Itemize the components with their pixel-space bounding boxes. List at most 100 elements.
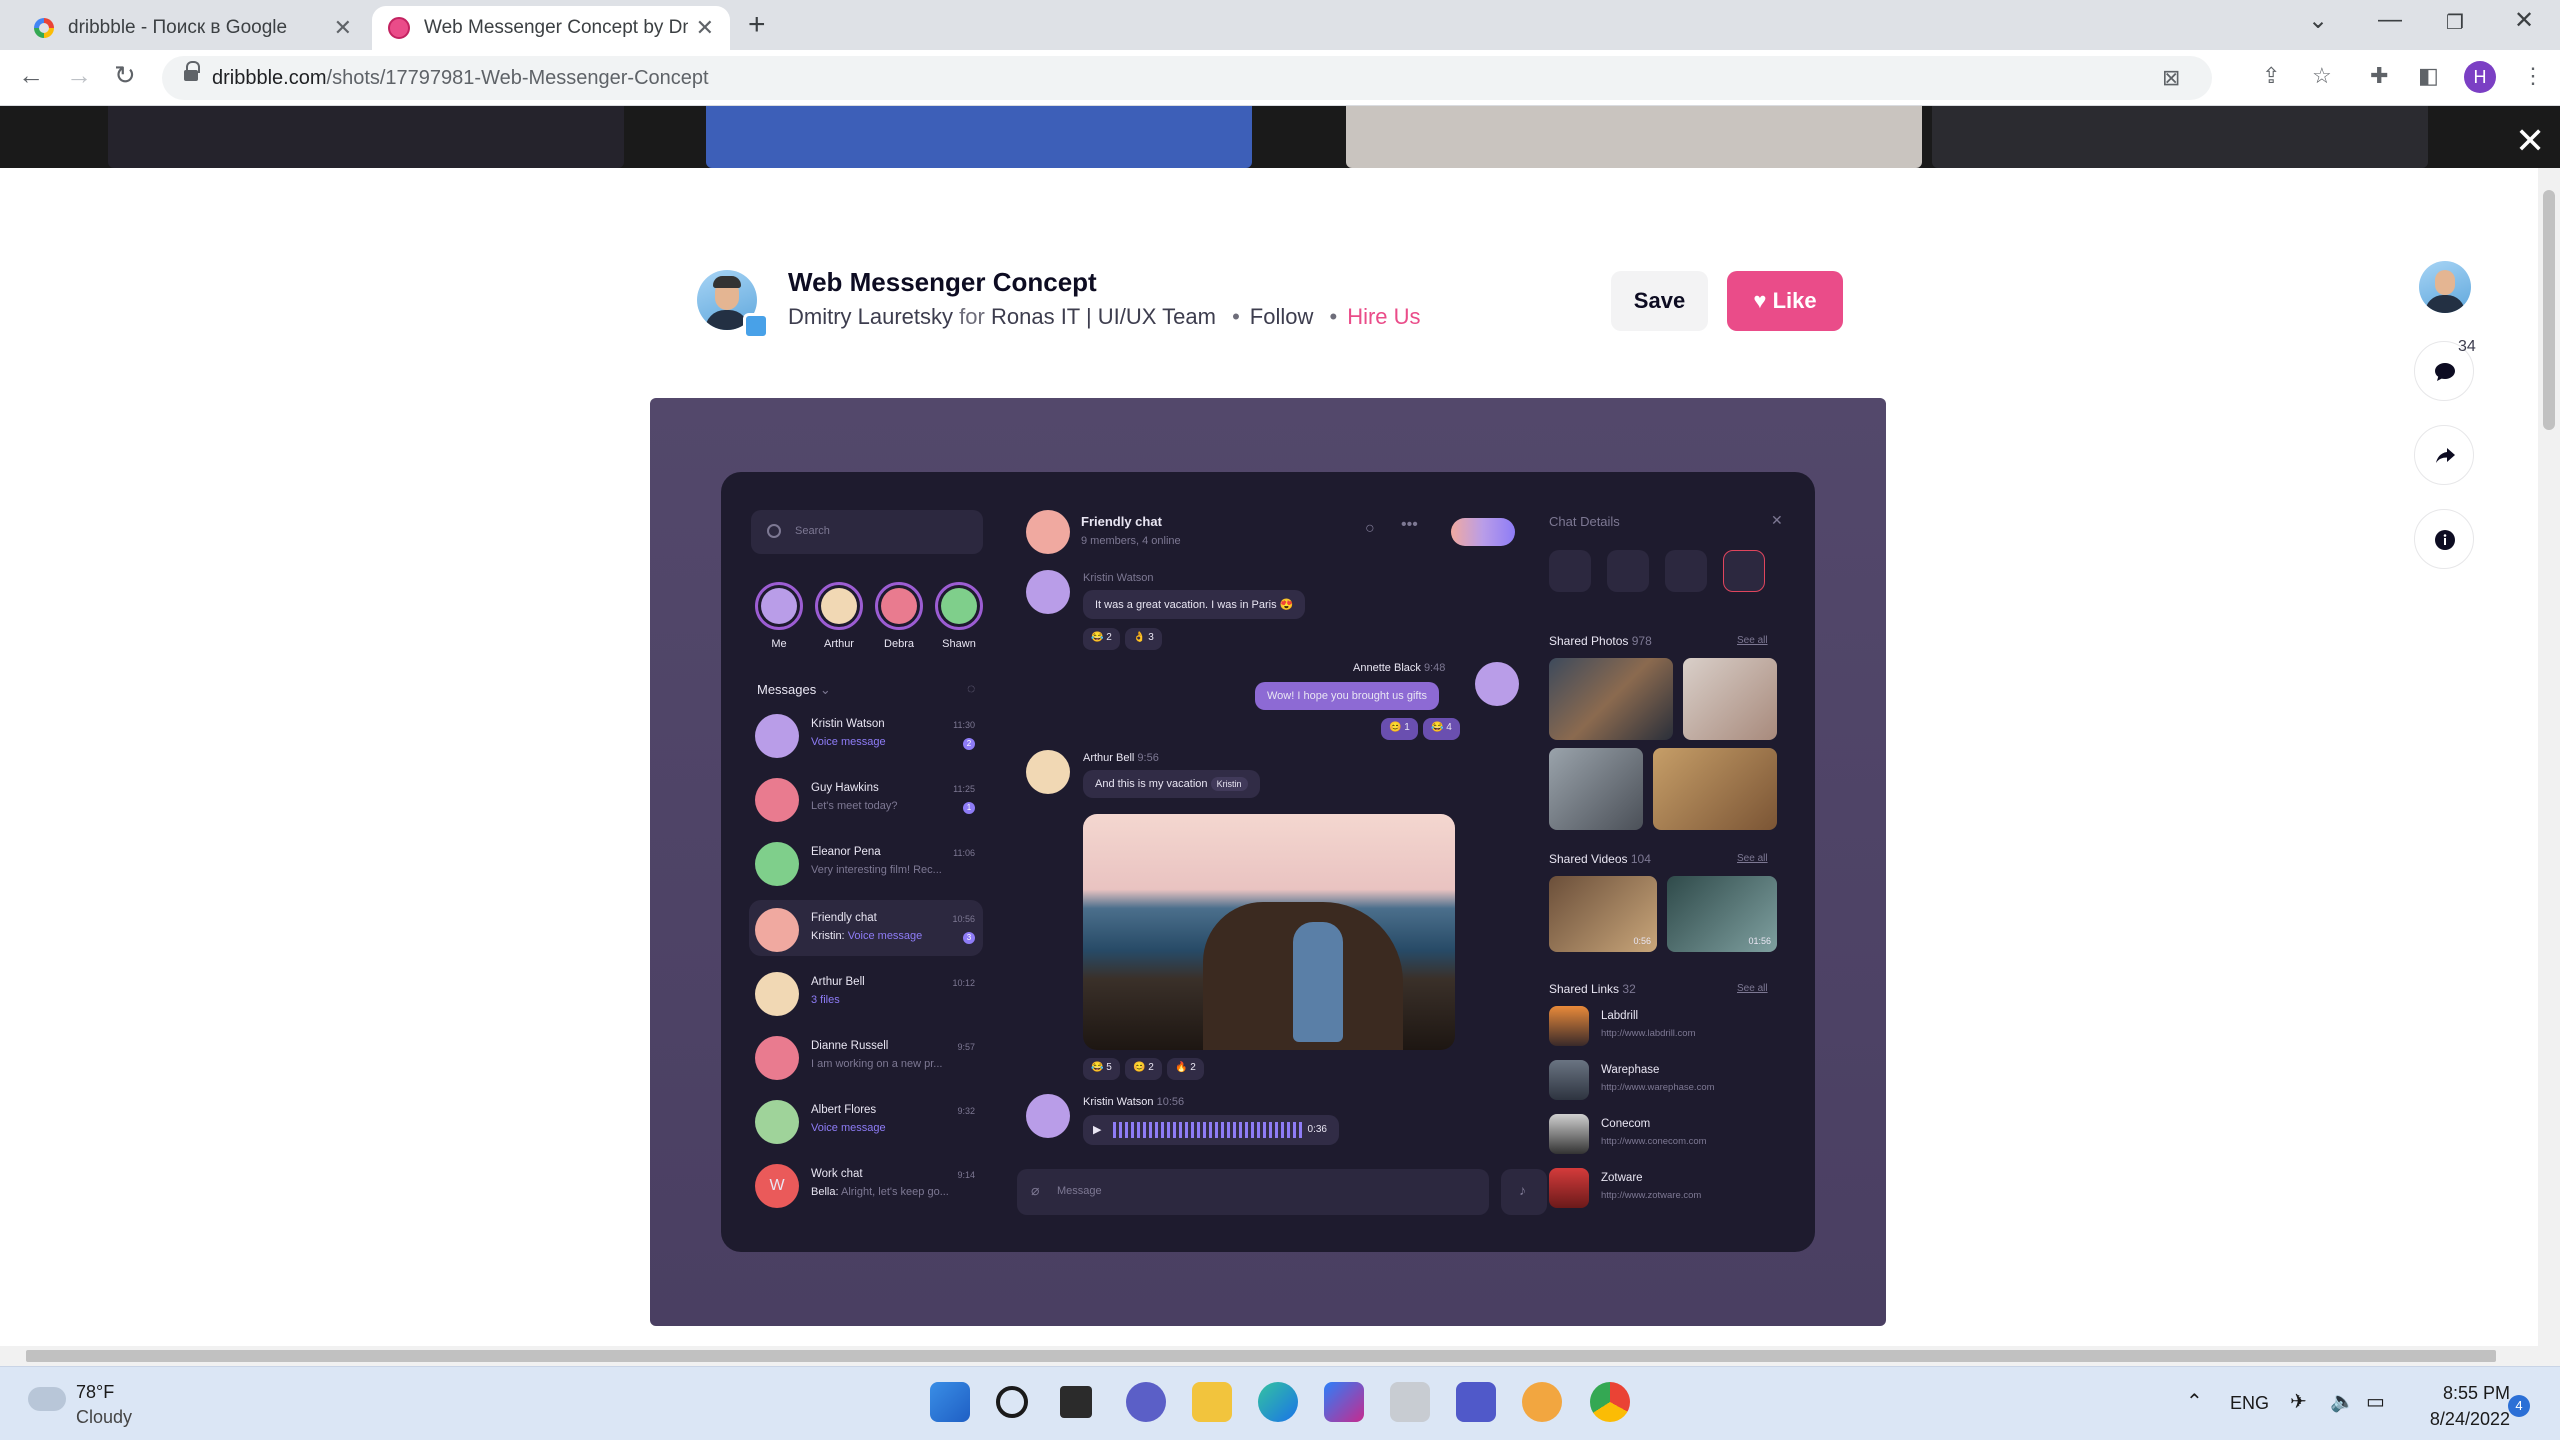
search-icon[interactable] bbox=[996, 1386, 1028, 1418]
link-url: http://www.zotware.com bbox=[1601, 1190, 1702, 1201]
new-tab-button[interactable]: + bbox=[748, 8, 766, 42]
link-name: Warephase bbox=[1601, 1064, 1660, 1076]
close-tab-icon[interactable]: ✕ bbox=[696, 15, 714, 41]
edge-icon[interactable] bbox=[1258, 1382, 1298, 1422]
backdrop-shot-thumbnail[interactable] bbox=[1346, 106, 1922, 168]
team-badge-icon bbox=[743, 313, 769, 339]
tab-google-search[interactable]: dribbble - Поиск в Google ✕ bbox=[18, 6, 368, 50]
side-author-avatar[interactable] bbox=[2419, 261, 2471, 313]
tab-search-icon[interactable]: ⌄ bbox=[2308, 6, 2328, 35]
byline: Dmitry Lauretsky for Ronas IT | UI/UX Te… bbox=[788, 304, 1421, 330]
info-circle-icon bbox=[1665, 550, 1707, 592]
chat-list-item-selected: Friendly chat Kristin: Voice message 10:… bbox=[749, 900, 983, 956]
minimize-icon[interactable]: — bbox=[2378, 6, 2402, 34]
link-url: http://www.warephase.com bbox=[1601, 1082, 1715, 1093]
cloud-icon[interactable] bbox=[28, 1387, 66, 1411]
author-link[interactable]: Dmitry Lauretsky bbox=[788, 304, 953, 329]
forward-icon[interactable]: → bbox=[66, 60, 92, 91]
backdrop-shot-thumbnail[interactable] bbox=[1932, 106, 2428, 168]
reaction-chip: 😂 5 bbox=[1083, 1058, 1120, 1080]
extensions-icon[interactable]: ✚ bbox=[2370, 63, 2388, 89]
google-favicon-icon bbox=[34, 18, 54, 38]
chat-list-item: Guy Hawkins Let's meet today? 11:25 1 bbox=[749, 770, 983, 826]
scroll-thumb[interactable] bbox=[2543, 190, 2555, 430]
weather-description[interactable]: Cloudy bbox=[76, 1407, 132, 1428]
save-button[interactable]: Save bbox=[1611, 271, 1708, 331]
shared-photo bbox=[1653, 748, 1777, 830]
shared-videos-label: Shared Videos 104 bbox=[1549, 852, 1651, 866]
chrome-icon[interactable] bbox=[1590, 1382, 1630, 1422]
app-icon[interactable] bbox=[1390, 1382, 1430, 1422]
reaction-chip: 😂 2 bbox=[1083, 628, 1120, 650]
share-button[interactable] bbox=[2414, 425, 2474, 485]
backdrop-shot-thumbnail[interactable] bbox=[108, 106, 624, 168]
language-indicator[interactable]: ENG bbox=[2230, 1393, 2269, 1414]
mock-mic-button: ♪ bbox=[1501, 1169, 1547, 1215]
translate-icon[interactable]: ⊠ bbox=[2162, 65, 2180, 91]
close-window-icon[interactable]: ✕ bbox=[2514, 6, 2534, 35]
task-view-icon[interactable] bbox=[1060, 1386, 1092, 1418]
horizontal-scrollbar[interactable] bbox=[0, 1346, 2560, 1366]
tab-dribbble-shot[interactable]: Web Messenger Concept by Dmi ✕ bbox=[372, 6, 730, 50]
message-avatar bbox=[1026, 1094, 1070, 1138]
link-thumbnail bbox=[1549, 1168, 1589, 1208]
message-bubble-own: Wow! I hope you brought us gifts bbox=[1255, 682, 1439, 710]
side-panel-icon[interactable]: ◧ bbox=[2418, 63, 2439, 89]
like-button[interactable]: ♥ Like bbox=[1727, 271, 1843, 331]
mock-more-icon: ••• bbox=[1401, 516, 1418, 533]
team-link[interactable]: Ronas IT | UI/UX Team bbox=[991, 304, 1216, 329]
message-author: Annette Black 9:48 bbox=[1353, 662, 1446, 674]
menu-kebab-icon[interactable]: ⋮ bbox=[2522, 63, 2544, 89]
messenger-mockup: Search Me Arthur Debra Shawn Messages ⌄ … bbox=[721, 472, 1815, 1252]
store-icon[interactable] bbox=[1324, 1382, 1364, 1422]
bookmark-star-icon[interactable]: ☆ bbox=[2312, 63, 2332, 89]
see-all-link: See all bbox=[1737, 635, 1768, 646]
network-icon[interactable]: ✈ bbox=[2290, 1389, 2307, 1414]
shot-image[interactable]: Search Me Arthur Debra Shawn Messages ⌄ … bbox=[650, 398, 1886, 1326]
share-arrow-icon bbox=[2436, 448, 2455, 463]
battery-icon[interactable]: ▭ bbox=[2366, 1389, 2385, 1414]
leave-chat-icon bbox=[1723, 550, 1765, 592]
conversation-title: Friendly chat bbox=[1081, 514, 1162, 529]
member-avatars bbox=[1451, 518, 1515, 546]
weather-temperature[interactable]: 78°F bbox=[76, 1382, 114, 1403]
lock-icon[interactable] bbox=[184, 61, 200, 83]
chevron-up-icon[interactable]: ⌃ bbox=[2186, 1389, 2203, 1414]
vertical-scrollbar[interactable] bbox=[2538, 168, 2560, 1348]
mute-icon bbox=[1549, 550, 1591, 592]
search-placeholder: Search bbox=[795, 525, 830, 537]
url-text[interactable]: dribbble.com/shots/17797981-Web-Messenge… bbox=[212, 67, 709, 90]
info-button[interactable] bbox=[2414, 509, 2474, 569]
back-icon[interactable]: ← bbox=[18, 60, 44, 91]
like-label: Like bbox=[1772, 288, 1817, 313]
share-icon[interactable]: ⇪ bbox=[2262, 63, 2280, 89]
clock-date[interactable]: 8/24/2022 bbox=[2410, 1409, 2510, 1430]
clock-time[interactable]: 8:55 PM bbox=[2430, 1383, 2510, 1404]
chat-list-item: W Work chat Bella: Alright, let's keep g… bbox=[749, 1156, 983, 1212]
windows-start-icon[interactable] bbox=[930, 1382, 970, 1422]
mock-message-input: ⌀ Message bbox=[1017, 1169, 1489, 1215]
volume-icon[interactable]: 🔈 bbox=[2330, 1389, 2355, 1414]
scroll-thumb[interactable] bbox=[26, 1350, 2496, 1362]
shared-video: 0:56 bbox=[1549, 876, 1657, 952]
chat-app-icon[interactable] bbox=[1126, 1382, 1166, 1422]
file-explorer-icon[interactable] bbox=[1192, 1382, 1232, 1422]
shared-photos-label: Shared Photos 978 bbox=[1549, 634, 1652, 648]
tab-title: dribbble - Поиск в Google bbox=[68, 17, 288, 38]
shared-links-label: Shared Links 32 bbox=[1549, 982, 1636, 996]
profile-avatar[interactable]: H bbox=[2464, 61, 2496, 93]
reload-icon[interactable]: ↻ bbox=[114, 60, 136, 91]
close-tab-icon[interactable]: ✕ bbox=[334, 15, 352, 41]
address-bar[interactable]: dribbble.com/shots/17797981-Web-Messenge… bbox=[162, 56, 2212, 100]
chat-avatar bbox=[1026, 510, 1070, 554]
app-icon[interactable] bbox=[1522, 1382, 1562, 1422]
close-overlay-icon[interactable]: ✕ bbox=[2515, 120, 2545, 162]
restore-icon[interactable]: ❐ bbox=[2446, 10, 2464, 35]
follow-link[interactable]: Follow bbox=[1250, 304, 1314, 329]
message-author: Arthur Bell 9:56 bbox=[1083, 752, 1159, 764]
teams-icon[interactable] bbox=[1456, 1382, 1496, 1422]
notification-badge[interactable]: 4 bbox=[2508, 1395, 2530, 1417]
hire-us-link[interactable]: Hire Us bbox=[1347, 304, 1420, 329]
backdrop-shot-thumbnail[interactable] bbox=[706, 106, 1252, 168]
message-avatar bbox=[1026, 750, 1070, 794]
